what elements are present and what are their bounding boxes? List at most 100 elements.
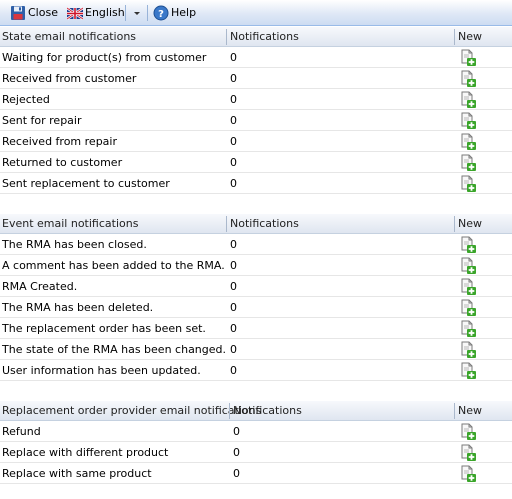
notification-name: Replace with same product <box>2 467 152 480</box>
table-row[interactable]: Returned to customer 0 <box>0 152 512 173</box>
grid-body: Waiting for product(s) from customer 0 Rec… <box>0 47 512 194</box>
new-notification-icon[interactable] <box>460 320 476 337</box>
new-notification-icon[interactable] <box>460 112 476 129</box>
toolbar-separator <box>125 5 126 21</box>
language-label: English <box>85 6 125 19</box>
table-row[interactable]: Sent replacement to customer 0 <box>0 173 512 194</box>
new-notification-icon[interactable] <box>460 91 476 108</box>
notification-count: 0 <box>230 72 237 85</box>
table-row[interactable]: Received from customer 0 <box>0 68 512 89</box>
notification-count: 0 <box>230 177 237 190</box>
new-notification-icon[interactable] <box>460 49 476 66</box>
table-row[interactable]: The state of the RMA has been changed. 0 <box>0 339 512 360</box>
help-button[interactable]: ? Help <box>153 5 196 21</box>
new-notification-icon[interactable] <box>460 423 476 440</box>
table-row[interactable]: Replace with different product 0 <box>0 442 512 463</box>
new-notification-icon[interactable] <box>460 70 476 87</box>
table-row[interactable]: Replace with same product 0 <box>0 463 512 484</box>
uk-flag-icon <box>67 7 83 20</box>
chevron-down-icon <box>134 12 140 15</box>
floppy-disk-icon <box>11 6 25 20</box>
language-dropdown-button[interactable] <box>131 5 143 21</box>
table-row[interactable]: The RMA has been deleted. 0 <box>0 297 512 318</box>
table-row[interactable]: Waiting for product(s) from customer 0 <box>0 47 512 68</box>
notification-count: 0 <box>233 467 240 480</box>
new-notification-icon[interactable] <box>460 444 476 461</box>
new-notification-icon[interactable] <box>460 175 476 192</box>
notification-name: A comment has been added to the RMA. <box>2 259 225 272</box>
new-notification-icon[interactable] <box>460 236 476 253</box>
column-header-new: New <box>458 30 482 43</box>
column-header-notifications: Notifications <box>230 217 299 230</box>
table-row[interactable]: Rejected 0 <box>0 89 512 110</box>
close-label: Close <box>28 6 58 19</box>
notification-count: 0 <box>230 156 237 169</box>
notification-name: Sent for repair <box>2 114 82 127</box>
column-divider <box>454 216 455 232</box>
replacement-order-notifications-grid: Replacement order provider email notific… <box>0 401 512 484</box>
table-row[interactable]: Refund 0 <box>0 421 512 442</box>
notification-name: Received from customer <box>2 72 137 85</box>
table-row[interactable]: Sent for repair 0 <box>0 110 512 131</box>
notification-name: Returned to customer <box>2 156 123 169</box>
column-header-notifications: Notifications <box>230 30 299 43</box>
toolbar: Close English ? Help <box>0 0 512 26</box>
notification-name: RMA Created. <box>2 280 78 293</box>
notification-count: 0 <box>230 280 237 293</box>
event-notifications-grid: Event email notifications Notifications … <box>0 214 512 381</box>
column-header-notifications: Notifications <box>233 404 302 417</box>
notification-count: 0 <box>230 301 237 314</box>
column-divider <box>226 29 227 45</box>
new-notification-icon[interactable] <box>460 362 476 379</box>
column-header-new: New <box>458 404 482 417</box>
help-label: Help <box>171 6 197 19</box>
toolbar-separator <box>147 5 148 21</box>
notification-name: Rejected <box>2 93 50 106</box>
notification-name: Sent replacement to customer <box>2 177 170 190</box>
new-notification-icon[interactable] <box>460 341 476 358</box>
grid-body: The RMA has been closed. 0 A comment has b… <box>0 234 512 381</box>
svg-text:?: ? <box>158 9 164 20</box>
new-notification-icon[interactable] <box>460 465 476 482</box>
notification-count: 0 <box>233 446 240 459</box>
column-header-new: New <box>458 217 482 230</box>
notification-name: Refund <box>2 425 41 438</box>
new-notification-icon[interactable] <box>460 133 476 150</box>
column-header-name: Replacement order provider email notific… <box>2 404 262 417</box>
new-notification-icon[interactable] <box>460 278 476 295</box>
notification-count: 0 <box>230 51 237 64</box>
notification-count: 0 <box>233 425 240 438</box>
grid-header: Event email notifications Notifications … <box>0 214 512 234</box>
state-notifications-grid: State email notifications Notifications … <box>0 27 512 194</box>
column-divider <box>454 403 455 419</box>
notification-name: The state of the RMA has been changed. <box>2 343 227 356</box>
grid-header: Replacement order provider email notific… <box>0 401 512 421</box>
notification-count: 0 <box>230 238 237 251</box>
grid-body: Refund 0 Replace with different product 0 Re… <box>0 421 512 484</box>
notification-name: Received from repair <box>2 135 117 148</box>
notification-count: 0 <box>230 364 237 377</box>
notification-name: User information has been updated. <box>2 364 201 377</box>
table-row[interactable]: The replacement order has been set. 0 <box>0 318 512 339</box>
column-divider <box>454 29 455 45</box>
new-notification-icon[interactable] <box>460 154 476 171</box>
notification-count: 0 <box>230 259 237 272</box>
new-notification-icon[interactable] <box>460 299 476 316</box>
column-header-name: State email notifications <box>2 30 137 43</box>
notification-name: Replace with different product <box>2 446 169 459</box>
column-header-name: Event email notifications <box>2 217 139 230</box>
close-button[interactable]: Close <box>10 5 58 21</box>
table-row[interactable]: RMA Created. 0 <box>0 276 512 297</box>
language-button[interactable]: English <box>67 5 125 21</box>
notification-count: 0 <box>230 135 237 148</box>
table-row[interactable]: User information has been updated. 0 <box>0 360 512 381</box>
notification-count: 0 <box>230 114 237 127</box>
column-divider <box>226 216 227 232</box>
table-row[interactable]: Received from repair 0 <box>0 131 512 152</box>
grid-header: State email notifications Notifications … <box>0 27 512 47</box>
notification-name: Waiting for product(s) from customer <box>2 51 207 64</box>
table-row[interactable]: A comment has been added to the RMA. 0 <box>0 255 512 276</box>
notification-count: 0 <box>230 93 237 106</box>
new-notification-icon[interactable] <box>460 257 476 274</box>
table-row[interactable]: The RMA has been closed. 0 <box>0 234 512 255</box>
